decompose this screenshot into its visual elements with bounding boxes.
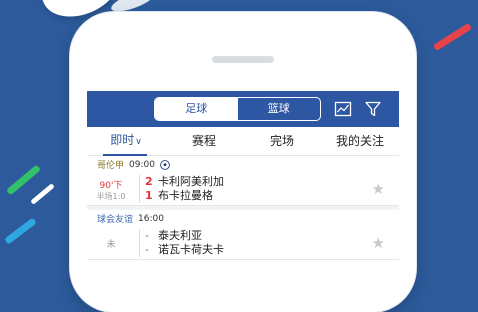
match-time: 09:00 [129, 159, 155, 170]
score-lines: 2 卡利阿美利加 1 布卡拉曼格 [139, 175, 224, 203]
tab-favorites[interactable]: 我的关注 [321, 127, 399, 155]
match-status: 90'下 [99, 181, 123, 191]
home-team: 卡利阿美利加 [158, 175, 224, 188]
trend-chart-icon[interactable] [334, 100, 352, 118]
away-score: - [145, 243, 149, 256]
favorite-star-icon[interactable]: ★ [372, 180, 385, 198]
home-score: - [145, 229, 149, 242]
match-body: 未 - 泰夫利亚 - 诺瓦卡荷夫卡 ★ [87, 227, 399, 260]
match-card[interactable]: 球会友谊 16:00 未 - 泰夫利亚 - 诺瓦卡荷夫卡 ★ [87, 210, 399, 260]
away-team: 布卡拉曼格 [158, 189, 213, 202]
match-header: 哥伦甲 09:00 [87, 156, 399, 173]
decor-stripe-green [5, 164, 42, 196]
decor-stripe-blue [4, 217, 37, 245]
sport-switch: 足球 篮球 [154, 97, 321, 121]
main-tabs: 即时∨ 赛程 完场 我的关注 [87, 127, 399, 156]
match-status: 未 [106, 240, 116, 250]
match-header: 球会友谊 16:00 [87, 210, 399, 227]
league-name: 哥伦甲 [97, 161, 125, 171]
tab-finished[interactable]: 完场 [243, 127, 321, 155]
away-score: 1 [145, 189, 153, 202]
decor-stripe-red [432, 22, 473, 52]
away-team: 诺瓦卡荷夫卡 [158, 243, 224, 256]
home-score: 2 [145, 175, 153, 188]
soccer-ball-icon [160, 159, 170, 170]
match-time: 16:00 [138, 213, 164, 224]
decor-stripe-white [30, 183, 55, 205]
app-header: 足球 篮球 [87, 91, 399, 127]
tab-schedule[interactable]: 赛程 [165, 127, 243, 155]
favorite-star-icon[interactable]: ★ [372, 234, 385, 252]
segment-basketball[interactable]: 篮球 [238, 98, 321, 120]
score-lines: - 泰夫利亚 - 诺瓦卡荷夫卡 [139, 229, 224, 257]
tab-live[interactable]: 即时∨ [87, 126, 165, 156]
chevron-down-icon: ∨ [135, 137, 142, 147]
home-team: 泰夫利亚 [158, 229, 202, 242]
phone-speaker [212, 56, 274, 63]
halftime-score: 半场1:0 [96, 192, 126, 201]
app-screen: 足球 篮球 即时∨ 赛程 完场 我的关注 哥伦甲 09:00 90'下 半场1:… [87, 91, 399, 268]
filter-icon[interactable] [364, 100, 382, 118]
league-name: 球会友谊 [97, 215, 134, 225]
segment-football[interactable]: 足球 [155, 98, 238, 120]
tab-live-label: 即时 [110, 133, 135, 147]
match-card[interactable]: 哥伦甲 09:00 90'下 半场1:0 2 卡利阿美利加 1 布卡拉曼格 ★ [87, 156, 399, 206]
match-body: 90'下 半场1:0 2 卡利阿美利加 1 布卡拉曼格 ★ [87, 173, 399, 206]
